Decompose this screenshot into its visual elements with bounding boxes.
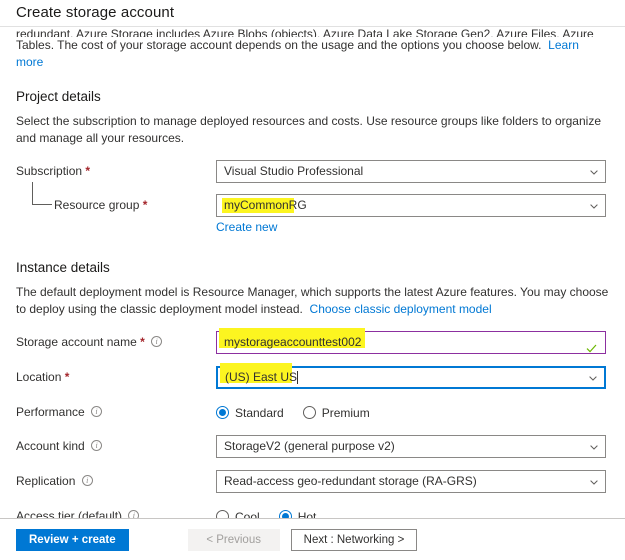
resource-group-label: Resource group *: [16, 194, 216, 216]
access-tier-option-hot[interactable]: Hot: [279, 510, 317, 519]
info-icon[interactable]: i: [128, 510, 139, 518]
success-check-icon: [586, 339, 597, 360]
access-tier-option-hot-label: Hot: [298, 510, 317, 519]
subscription-row: Subscription * Visual Studio Professiona…: [16, 160, 609, 183]
info-icon[interactable]: i: [91, 406, 102, 417]
access-tier-option-cool-label: Cool: [235, 510, 260, 519]
replication-dropdown[interactable]: Read-access geo-redundant storage (RA-GR…: [216, 470, 606, 493]
performance-option-premium[interactable]: Premium: [303, 406, 370, 420]
subscription-label-text: Subscription: [16, 164, 82, 178]
account-kind-value: StorageV2 (general purpose v2): [224, 436, 395, 457]
resource-group-field-wrap: myCommonRG Create new: [216, 194, 606, 234]
chevron-down-icon: [590, 479, 598, 487]
resource-group-value: myCommonRG: [224, 195, 307, 216]
info-icon[interactable]: i: [151, 336, 162, 347]
intro-line-2: Tables. The cost of your storage account…: [16, 38, 541, 52]
access-tier-label: Access tier (default) i: [16, 505, 216, 518]
location-label-text: Location: [16, 370, 61, 384]
performance-option-premium-label: Premium: [322, 406, 370, 420]
next-networking-button[interactable]: Next : Networking >: [291, 529, 418, 551]
performance-option-standard-label: Standard: [235, 406, 284, 420]
intro-paragraph: redundant. Azure Storage includes Azure …: [16, 28, 609, 70]
radio-icon: [279, 510, 292, 518]
storage-account-name-row: Storage account name * i mystorageaccoun…: [16, 331, 609, 354]
location-value: (US) East US: [225, 367, 297, 388]
access-tier-label-text: Access tier (default): [16, 509, 122, 518]
location-row: Location * (US) East US: [16, 366, 609, 389]
storage-account-name-label: Storage account name * i: [16, 331, 216, 353]
radio-icon: [303, 406, 316, 419]
previous-button[interactable]: < Previous: [188, 529, 280, 551]
storage-account-name-value: mystorageaccounttest002: [224, 332, 361, 353]
account-kind-field-wrap: StorageV2 (general purpose v2): [216, 435, 606, 458]
create-new-resource-group-link[interactable]: Create new: [216, 220, 606, 234]
text-cursor: [297, 371, 298, 384]
radio-icon: [216, 510, 229, 518]
replication-label: Replication i: [16, 470, 216, 492]
replication-value: Read-access geo-redundant storage (RA-GR…: [224, 471, 477, 492]
access-tier-radio-group: Cool Hot: [216, 505, 606, 518]
review-create-button[interactable]: Review + create: [16, 529, 129, 551]
form-content: redundant. Azure Storage includes Azure …: [0, 28, 625, 518]
required-asterisk: *: [65, 370, 70, 384]
instance-details-description: The default deployment model is Resource…: [16, 284, 609, 317]
account-kind-label-text: Account kind: [16, 439, 85, 453]
replication-field-wrap: Read-access geo-redundant storage (RA-GR…: [216, 470, 606, 493]
resource-group-label-text: Resource group: [54, 198, 139, 212]
account-kind-dropdown[interactable]: StorageV2 (general purpose v2): [216, 435, 606, 458]
performance-label: Performance i: [16, 401, 216, 423]
performance-radio-group: Standard Premium: [216, 401, 606, 424]
access-tier-row: Access tier (default) i Cool Hot: [16, 505, 609, 518]
access-tier-field-wrap: Cool Hot: [216, 505, 606, 518]
chevron-down-icon: [590, 203, 598, 211]
subscription-dropdown[interactable]: Visual Studio Professional: [216, 160, 606, 183]
page-title: Create storage account: [16, 3, 625, 23]
chevron-down-icon: [589, 375, 597, 383]
performance-option-standard[interactable]: Standard: [216, 406, 284, 420]
subscription-value: Visual Studio Professional: [224, 161, 363, 182]
chevron-down-icon: [590, 169, 598, 177]
location-label: Location *: [16, 366, 216, 388]
storage-account-name-input[interactable]: mystorageaccounttest002: [216, 331, 606, 354]
radio-icon: [216, 406, 229, 419]
chevron-down-icon: [590, 444, 598, 452]
performance-label-text: Performance: [16, 405, 85, 419]
account-kind-row: Account kind i StorageV2 (general purpos…: [16, 435, 609, 458]
account-kind-label: Account kind i: [16, 435, 216, 457]
wizard-footer: Review + create < Previous Next : Networ…: [0, 518, 625, 560]
resource-group-row: Resource group * myCommonRG Create new: [16, 194, 609, 234]
choose-classic-deployment-model-link[interactable]: Choose classic deployment model: [310, 302, 492, 316]
required-asterisk: *: [143, 198, 148, 212]
intro-line-1: redundant. Azure Storage includes Azure …: [16, 28, 609, 37]
required-asterisk: *: [140, 335, 145, 349]
location-field-wrap: (US) East US: [216, 366, 606, 389]
project-details-heading: Project details: [16, 89, 609, 104]
storage-account-name-label-text: Storage account name: [16, 335, 137, 349]
performance-field-wrap: Standard Premium: [216, 401, 606, 424]
performance-row: Performance i Standard Premium: [16, 401, 609, 424]
tree-connector-icon: [32, 182, 52, 205]
info-icon[interactable]: i: [82, 475, 93, 486]
access-tier-option-cool[interactable]: Cool: [216, 510, 260, 519]
subscription-label: Subscription *: [16, 160, 216, 182]
replication-label-text: Replication: [16, 474, 75, 488]
subscription-field-wrap: Visual Studio Professional: [216, 160, 606, 183]
page-header: Create storage account: [0, 0, 625, 27]
info-icon[interactable]: i: [91, 440, 102, 451]
instance-details-heading: Instance details: [16, 260, 609, 275]
project-details-description: Select the subscription to manage deploy…: [16, 113, 609, 146]
replication-row: Replication i Read-access geo-redundant …: [16, 470, 609, 493]
required-asterisk: *: [85, 164, 90, 178]
resource-group-dropdown[interactable]: myCommonRG: [216, 194, 606, 217]
location-dropdown[interactable]: (US) East US: [216, 366, 606, 389]
storage-account-name-field-wrap: mystorageaccounttest002: [216, 331, 606, 354]
